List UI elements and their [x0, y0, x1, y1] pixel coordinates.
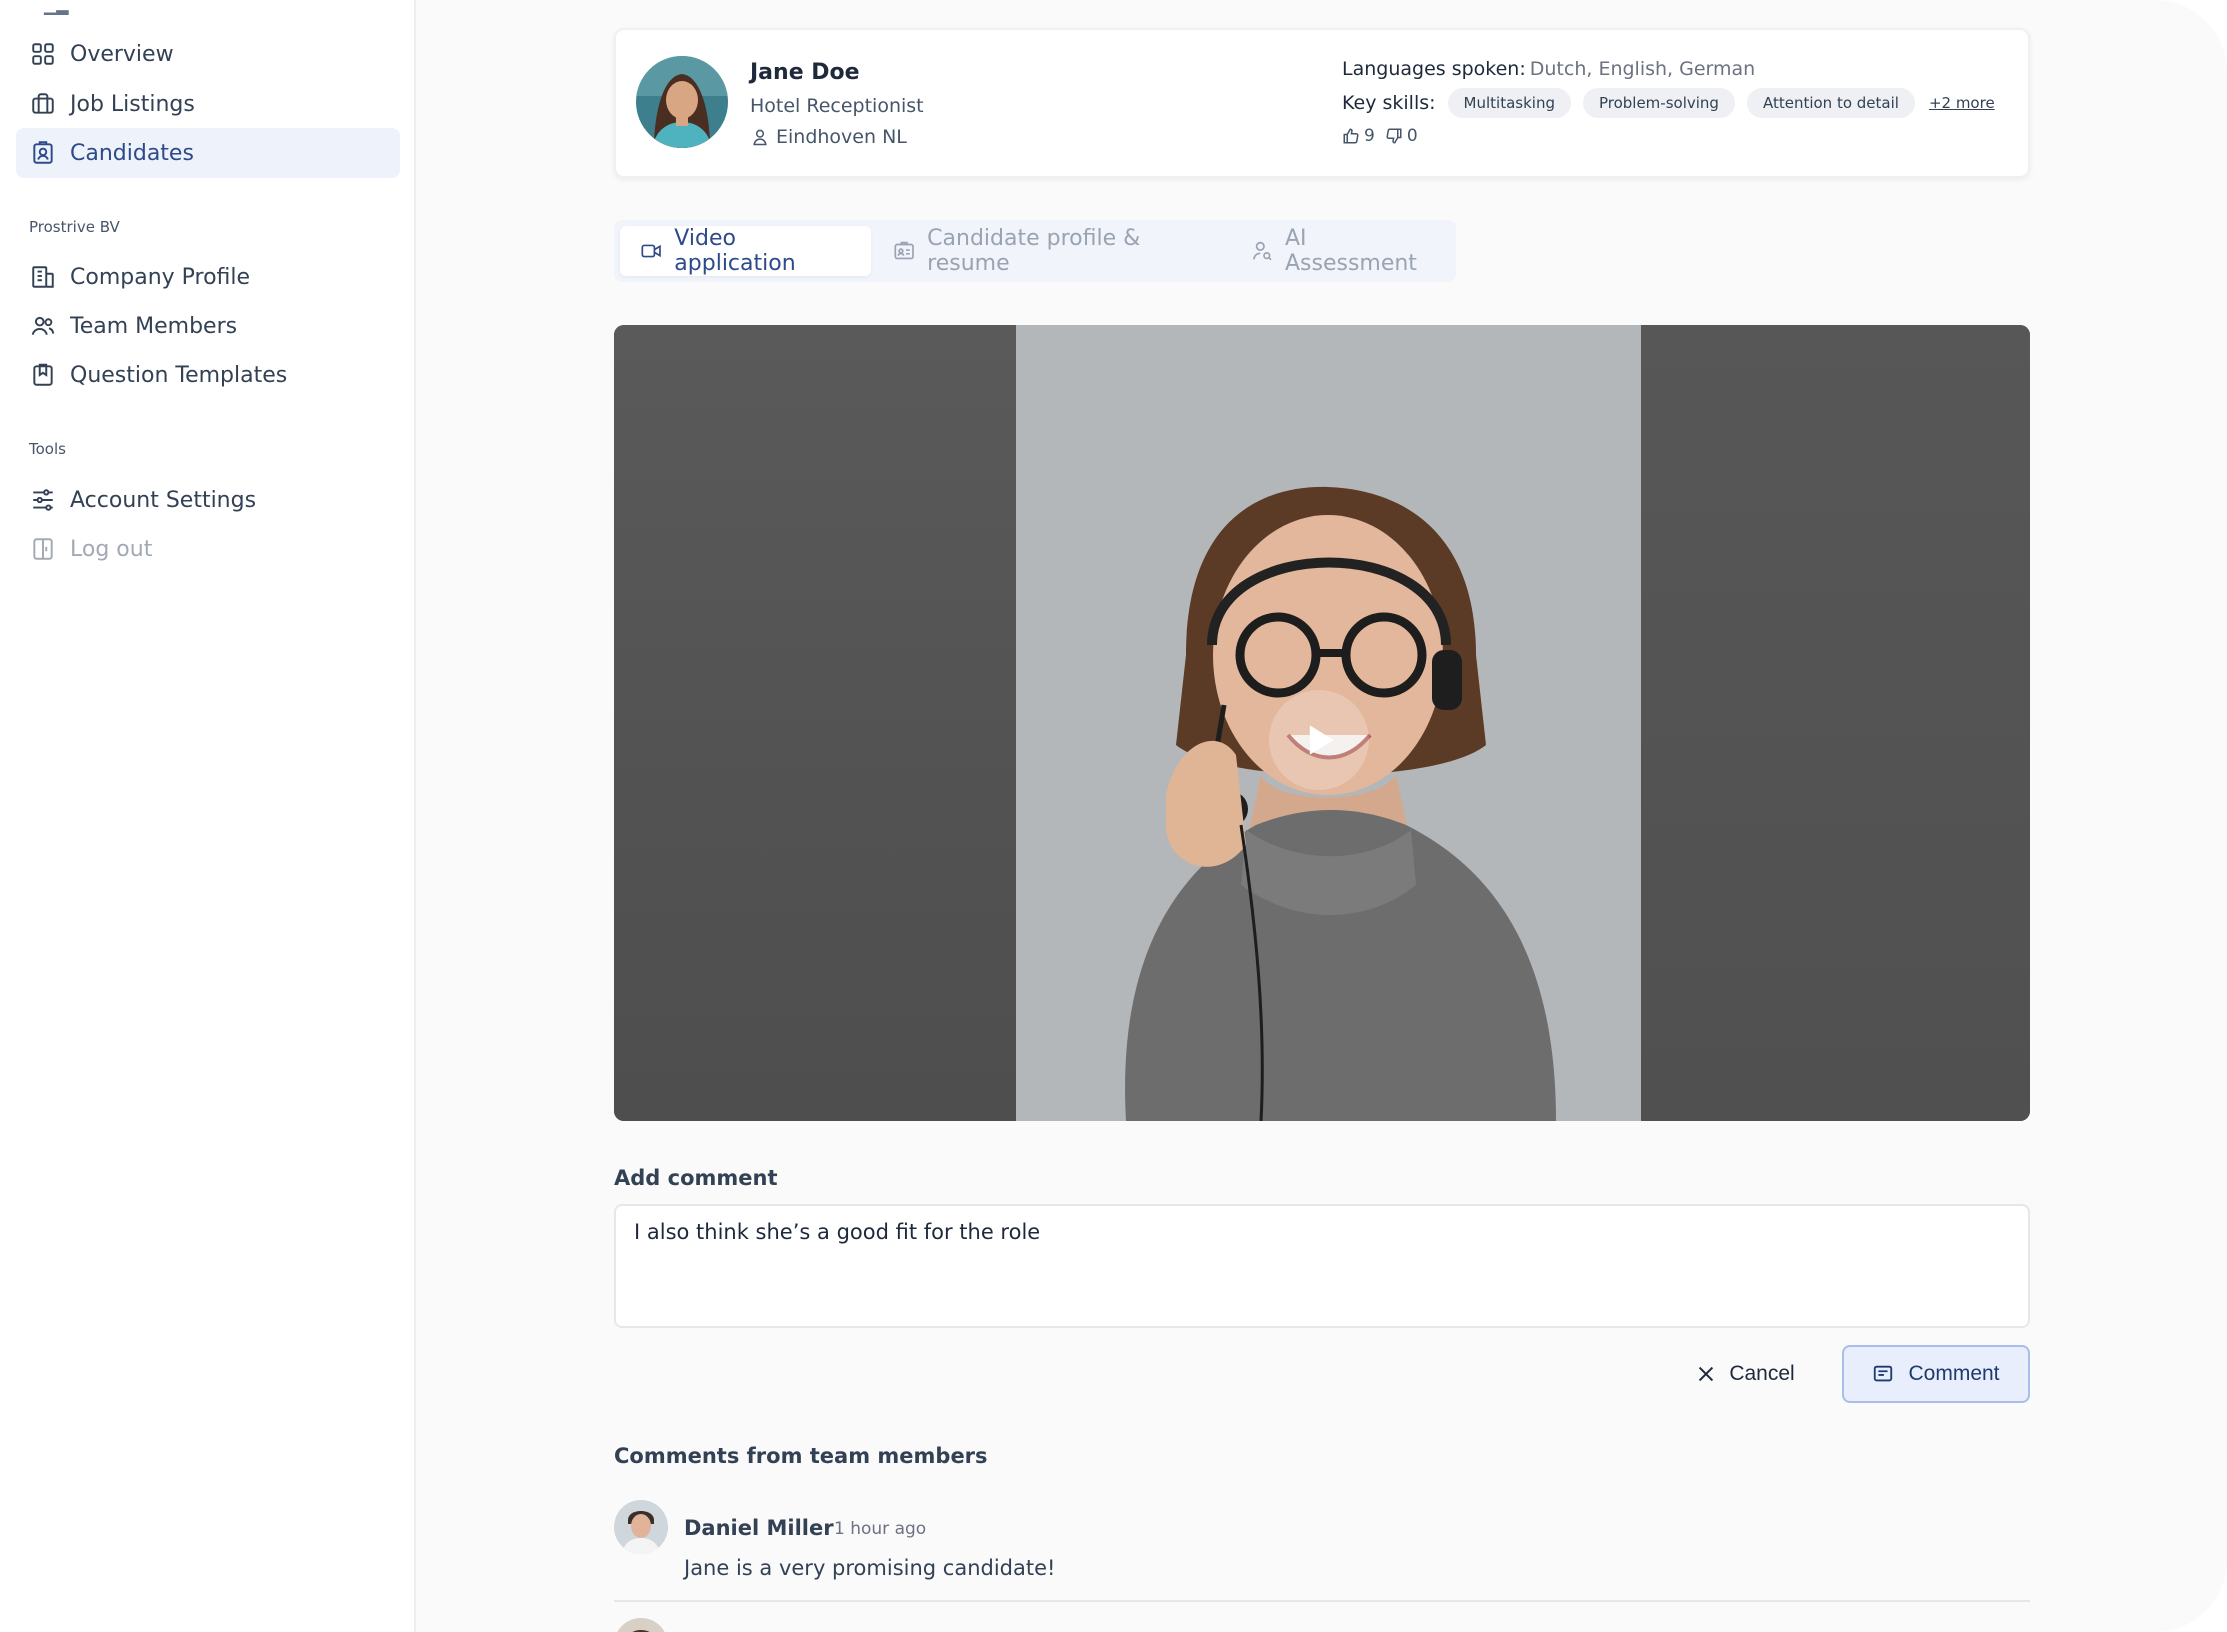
clipboard-icon: [33, 363, 53, 386]
comment-author: Daniel Miller: [684, 1516, 834, 1540]
sidebar-item-team-members[interactable]: Team Members: [16, 301, 400, 351]
candidate-location: Eindhoven NL: [750, 126, 907, 148]
logo-fragment: ▁▂: [44, 0, 69, 15]
sidebar-item-label: Company Profile: [70, 264, 251, 290]
tab-candidate-profile[interactable]: Candidate profile & resume: [873, 226, 1229, 276]
play-button[interactable]: [1269, 690, 1369, 790]
grid-icon: [32, 43, 54, 65]
sidebar-item-label: Candidates: [70, 140, 194, 166]
comment-textarea[interactable]: I also think she’s a good fit for the ro…: [614, 1204, 2030, 1328]
sidebar-group-tools: Tools: [29, 440, 66, 458]
comment-submit-button[interactable]: Comment: [1842, 1345, 2030, 1403]
candidate-role: Hotel Receptionist: [750, 95, 924, 117]
upvote-count: 9: [1364, 126, 1375, 146]
user-search-icon: [1252, 241, 1272, 261]
downvote-count: 0: [1406, 126, 1418, 146]
comment-time: 1 hour ago: [834, 1519, 927, 1539]
comment-button-label: Comment: [1908, 1362, 2000, 1385]
commenter-avatar: [614, 1618, 668, 1632]
downvote-button[interactable]: 0: [1385, 126, 1418, 146]
skills-label: Key skills:: [1342, 92, 1436, 114]
tab-bar: Video application Candidate profile & re…: [614, 220, 1456, 282]
comments-title: Comments from team members: [614, 1444, 988, 1468]
commenter-avatar: [614, 1500, 668, 1554]
video-blur-left: [614, 325, 1016, 1121]
tab-ai-assessment[interactable]: AI Assessment: [1231, 226, 1454, 276]
sidebar-item-label: Question Templates: [70, 362, 288, 388]
play-icon: [1309, 725, 1334, 755]
sidebar-item-overview[interactable]: Overview: [16, 29, 400, 79]
app-window: ▁▂ Overview Job Listings Candidates Pros…: [0, 0, 2227, 1632]
upvote-button[interactable]: 9: [1342, 126, 1375, 146]
sidebar-item-candidates[interactable]: Candidates: [16, 128, 400, 178]
badge-icon: [33, 141, 53, 164]
cancel-button[interactable]: Cancel: [1680, 1350, 1810, 1398]
sidebar-item-label: Job Listings: [70, 91, 195, 117]
languages-row: Languages spoken: Dutch, English, German: [1342, 58, 1755, 80]
close-icon: [1699, 1366, 1714, 1382]
tab-label: Candidate profile & resume: [927, 226, 1141, 276]
users-icon: [31, 316, 55, 335]
cancel-button-label: Cancel: [1729, 1362, 1795, 1385]
sidebar-item-job-listings[interactable]: Job Listings: [16, 79, 400, 129]
video-blur-right: [1641, 325, 2030, 1121]
logout-icon: [33, 538, 53, 560]
sliders-icon: [33, 489, 53, 511]
message-icon: [1874, 1365, 1893, 1382]
sidebar-item-label: Overview: [70, 41, 174, 67]
candidate-location-text: Eindhoven NL: [776, 126, 907, 148]
video-icon: [641, 244, 661, 258]
location-person-icon: [753, 129, 767, 146]
add-comment-label: Add comment: [614, 1166, 778, 1190]
languages-label: Languages spoken:: [1342, 58, 1526, 80]
thumbs-down-icon: [1386, 128, 1402, 144]
building-icon: [32, 266, 54, 288]
sidebar-item-label: Log out: [70, 536, 153, 562]
candidate-name: Jane Doe: [750, 60, 860, 85]
candidate-avatar: [636, 56, 728, 148]
comment-text: Jane is a very promising candidate!: [684, 1556, 1056, 1580]
skill-pill: Attention to detail: [1746, 88, 1915, 118]
skill-pill: Problem-solving: [1582, 88, 1735, 118]
more-skills-link[interactable]: +2 more: [1929, 94, 1995, 112]
sidebar-item-question-templates[interactable]: Question Templates: [16, 350, 400, 400]
tab-video-application[interactable]: Video application: [620, 226, 871, 276]
votes: 9 0: [1342, 126, 1418, 146]
id-card-icon: [894, 241, 914, 260]
sidebar-item-account-settings[interactable]: Account Settings: [16, 475, 400, 525]
sidebar-item-log-out[interactable]: Log out: [16, 524, 400, 574]
sidebar: ▁▂ Overview Job Listings Candidates Pros…: [0, 0, 416, 1632]
tab-label: AI Assessment: [1284, 226, 1417, 276]
candidate-card: Jane Doe Hotel Receptionist Eindhoven NL…: [614, 28, 2030, 178]
skill-pill: Multitasking: [1447, 88, 1571, 118]
sidebar-item-label: Team Members: [70, 313, 238, 339]
sidebar-item-label: Account Settings: [70, 487, 257, 513]
sidebar-group-company: Prostrive BV: [29, 218, 120, 236]
comment-item: Daniel Miller 1 hour ago Jane is a very …: [614, 1500, 2030, 1602]
languages-value: Dutch, English, German: [1529, 58, 1756, 80]
briefcase-icon: [32, 93, 54, 114]
thumbs-up-icon: [1343, 128, 1359, 144]
sidebar-item-company-profile[interactable]: Company Profile: [16, 252, 400, 302]
tab-label: Video application: [674, 226, 796, 276]
skills-row: Key skills: Multitasking Problem-solving…: [1342, 88, 1995, 118]
